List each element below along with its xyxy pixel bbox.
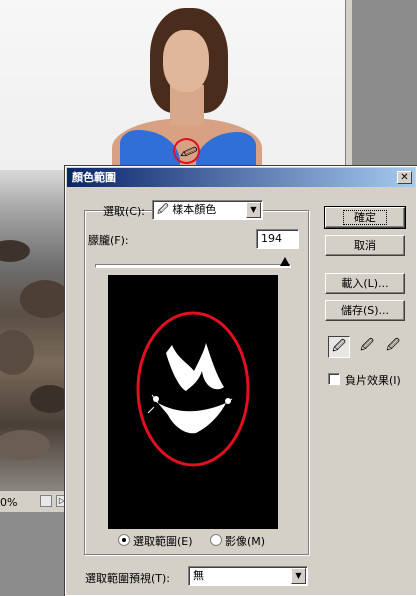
zoom-level[interactable]: 0% <box>0 496 17 509</box>
status-menu-button[interactable] <box>40 495 52 507</box>
eyedropper-minus-icon[interactable]: 🖉 <box>382 336 404 358</box>
radio-selection-label: 選取範圍(E) <box>133 535 193 548</box>
invert-checkbox[interactable] <box>328 373 340 385</box>
ok-button[interactable]: 確定 <box>324 206 406 229</box>
eyedropper-icon[interactable]: 🖉 <box>328 336 350 358</box>
photo-rocks <box>0 170 68 490</box>
ok-button-label: 確定 <box>343 210 387 225</box>
select-value: 樣本顏色 <box>172 203 217 216</box>
chevron-down-icon: ▼ <box>291 568 306 584</box>
fuzziness-slider[interactable] <box>95 264 291 268</box>
radio-image-label: 影像(M) <box>225 535 266 548</box>
eyedropper-icon: 🖉 <box>157 203 173 216</box>
fuzziness-slider-thumb[interactable] <box>280 257 291 266</box>
preview-mode-value: 無 <box>193 569 204 582</box>
fuzziness-input[interactable]: 194 <box>256 229 299 249</box>
chevron-down-icon: ▼ <box>246 202 261 218</box>
save-button[interactable]: 儲存(S)... <box>325 300 405 321</box>
sample-point-highlight: 🖉 <box>173 138 200 164</box>
radio-selection[interactable] <box>118 534 130 546</box>
eyedropper-plus-icon[interactable]: 🖉 <box>356 336 378 358</box>
model-face <box>163 30 209 92</box>
selection-preview <box>108 275 278 529</box>
close-button[interactable]: ✕ <box>397 171 412 184</box>
select-dropdown[interactable]: 🖉 樣本顏色 ▼ <box>152 200 263 220</box>
dialog-title: 顏色範圍 <box>72 171 116 184</box>
preview-mask <box>136 311 250 467</box>
document-status-bar: 0% ▷ <box>0 490 68 512</box>
preview-mode-label: 選取範圍預視(T): <box>85 572 171 585</box>
dialog-titlebar[interactable]: 顏色範圍 ✕ <box>67 168 415 187</box>
highlight-ellipse <box>136 311 250 467</box>
fuzziness-label: 朦朧(F): <box>88 234 129 247</box>
preview-mode-dropdown[interactable]: 無 ▼ <box>188 566 308 586</box>
radio-image[interactable] <box>210 534 222 546</box>
photo-canvas[interactable]: 🖉 <box>0 0 345 170</box>
load-button[interactable]: 載入(L)... <box>325 273 405 294</box>
select-label: 選取(C): <box>103 205 145 218</box>
cancel-button[interactable]: 取消 <box>325 235 405 256</box>
invert-label: 負片效果(I) <box>345 374 401 387</box>
